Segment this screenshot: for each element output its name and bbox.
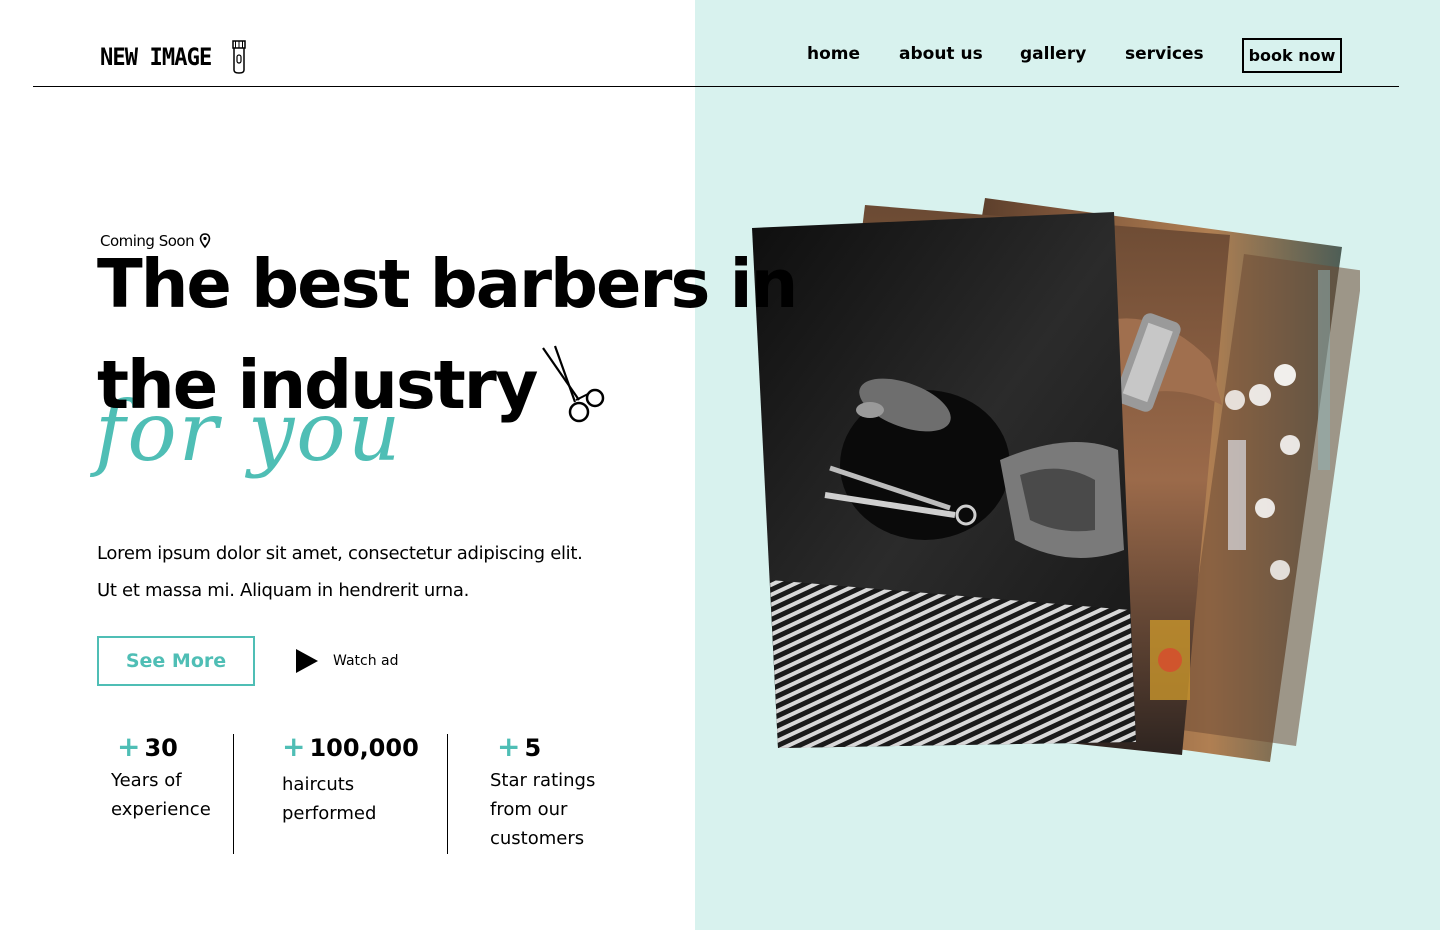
watch-ad-button[interactable]: Watch ad bbox=[295, 648, 399, 674]
stat-value: 100,000 bbox=[309, 734, 419, 762]
stat-ratings: + 5 Star ratings from our customers bbox=[490, 729, 595, 853]
stat-description: Star ratings from our customers bbox=[490, 766, 595, 853]
hero-description-line-2: Ut et massa mi. Aliquam in hendrerit urn… bbox=[97, 580, 470, 601]
stat-description-line: customers bbox=[490, 828, 585, 849]
stat-description: Years of experience bbox=[111, 766, 211, 824]
barber-photo-stack bbox=[752, 198, 1360, 762]
stat-description-line: Years of bbox=[111, 770, 182, 791]
stat-description-line: performed bbox=[282, 803, 377, 824]
hero-description-line-1: Lorem ipsum dolor sit amet, consectetur … bbox=[97, 543, 583, 564]
stat-experience: + 30 Years of experience bbox=[111, 729, 211, 824]
stat-haircuts: + 100,000 haircuts performed bbox=[282, 729, 419, 828]
stat-description-line: experience bbox=[111, 799, 211, 820]
stat-description-line: Star ratings bbox=[490, 770, 596, 791]
nav-services[interactable]: services bbox=[1125, 44, 1204, 64]
see-more-button[interactable]: See More bbox=[97, 636, 255, 686]
nav-about-us[interactable]: about us bbox=[899, 44, 983, 64]
logo[interactable]: NEW IMAGE bbox=[100, 40, 247, 74]
stat-divider bbox=[447, 734, 448, 854]
play-icon bbox=[296, 649, 318, 673]
stat-value: 5 bbox=[524, 734, 542, 762]
stat-value: 30 bbox=[144, 734, 178, 762]
headline-line-2: the industry bbox=[97, 346, 538, 424]
watch-ad-label: Watch ad bbox=[333, 653, 399, 669]
nav-home[interactable]: home bbox=[807, 44, 860, 64]
nav-gallery[interactable]: gallery bbox=[1020, 44, 1086, 64]
stat-description-line: from our bbox=[490, 799, 568, 820]
headline-line-1: The best barbers in bbox=[97, 245, 798, 323]
plus-icon: + bbox=[117, 729, 141, 763]
stat-value-row: + 100,000 bbox=[282, 729, 419, 763]
header-divider bbox=[33, 86, 1399, 87]
photo-front bbox=[752, 212, 1136, 748]
stat-description: haircuts performed bbox=[282, 770, 419, 828]
stat-description-line: haircuts bbox=[282, 774, 355, 795]
scissors-icon bbox=[542, 345, 605, 423]
plus-icon: + bbox=[282, 729, 306, 763]
book-now-button[interactable]: book now bbox=[1242, 38, 1342, 73]
stat-divider bbox=[233, 734, 234, 854]
logo-text: NEW IMAGE bbox=[100, 43, 212, 71]
stat-value-row: + 5 bbox=[497, 729, 595, 763]
stat-value-row: + 30 bbox=[117, 729, 211, 763]
razor-icon bbox=[232, 40, 246, 74]
plus-icon: + bbox=[497, 729, 521, 763]
